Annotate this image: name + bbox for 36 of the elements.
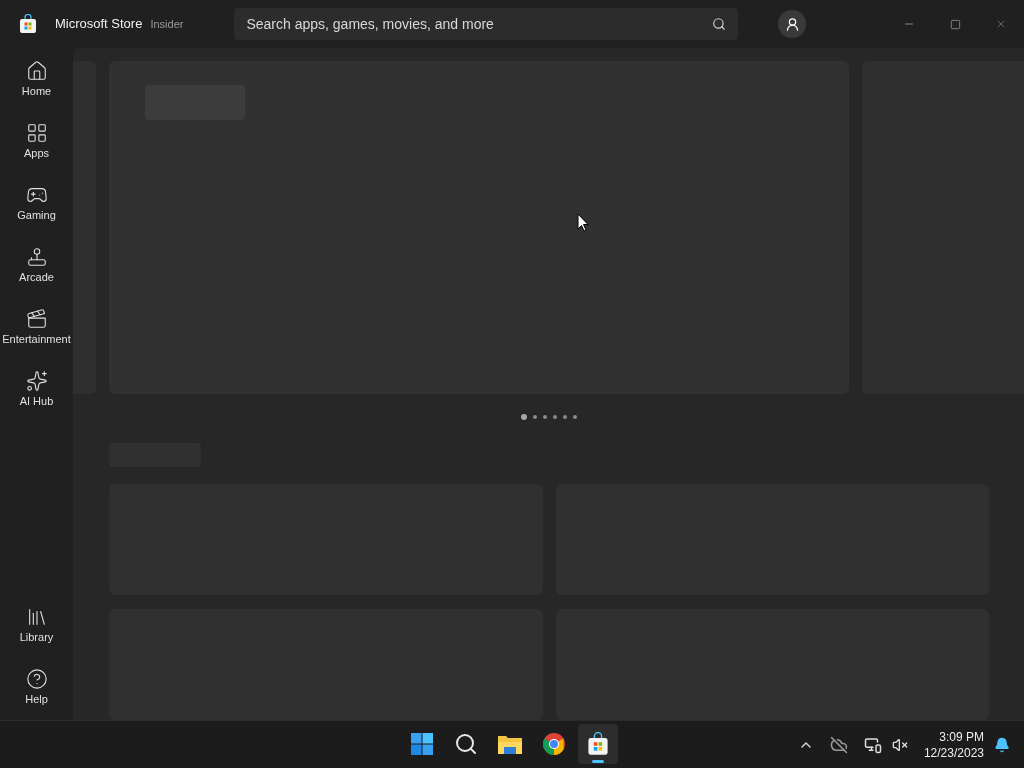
chrome-logo-icon — [542, 732, 566, 756]
search-field[interactable]: Search apps, games, movies, and more — [234, 8, 739, 40]
muted-speaker-icon[interactable] — [891, 736, 908, 753]
folder-icon — [497, 733, 523, 755]
store-logo-icon — [17, 14, 38, 34]
store-bag-icon — [586, 732, 610, 756]
help-icon — [25, 667, 48, 690]
sidebar-item[interactable]: Gaming — [1, 174, 72, 230]
taskbar-button[interactable] — [578, 724, 618, 764]
windows-logo-icon — [410, 732, 434, 756]
clock-time[interactable]: 3:09 PM — [939, 728, 984, 745]
search-icon — [712, 17, 727, 31]
cloud-off-icon[interactable] — [829, 735, 848, 754]
joystick-icon — [25, 245, 48, 268]
home-icon — [25, 59, 48, 82]
restore-icon — [949, 18, 961, 30]
search-icon — [454, 732, 478, 756]
apps-icon — [25, 121, 48, 144]
sidebar-item[interactable]: Arcade — [1, 236, 72, 292]
notification-bell-icon[interactable] — [994, 736, 1010, 753]
sidebar-item[interactable]: Library — [1, 596, 72, 652]
monitor-icon[interactable] — [863, 735, 882, 754]
close-icon — [995, 18, 1007, 30]
sidebar-item[interactable]: AI Hub — [1, 360, 72, 416]
sparkles-icon — [25, 369, 48, 392]
sidebar-item[interactable]: Home — [1, 50, 72, 106]
insider-label: Insider — [150, 16, 185, 32]
sidebar-item[interactable]: Entertainment — [1, 298, 72, 354]
sidebar-item[interactable]: Apps — [1, 112, 72, 168]
window-title: Microsoft Store — [55, 15, 143, 34]
user-icon — [784, 16, 800, 32]
mouse-cursor-icon — [577, 213, 589, 232]
clock-date[interactable]: 12/23/2023 — [923, 744, 984, 761]
sidebar-item[interactable]: Help — [1, 658, 72, 714]
clapperboard-icon — [25, 307, 48, 330]
account-button[interactable] — [778, 10, 807, 38]
